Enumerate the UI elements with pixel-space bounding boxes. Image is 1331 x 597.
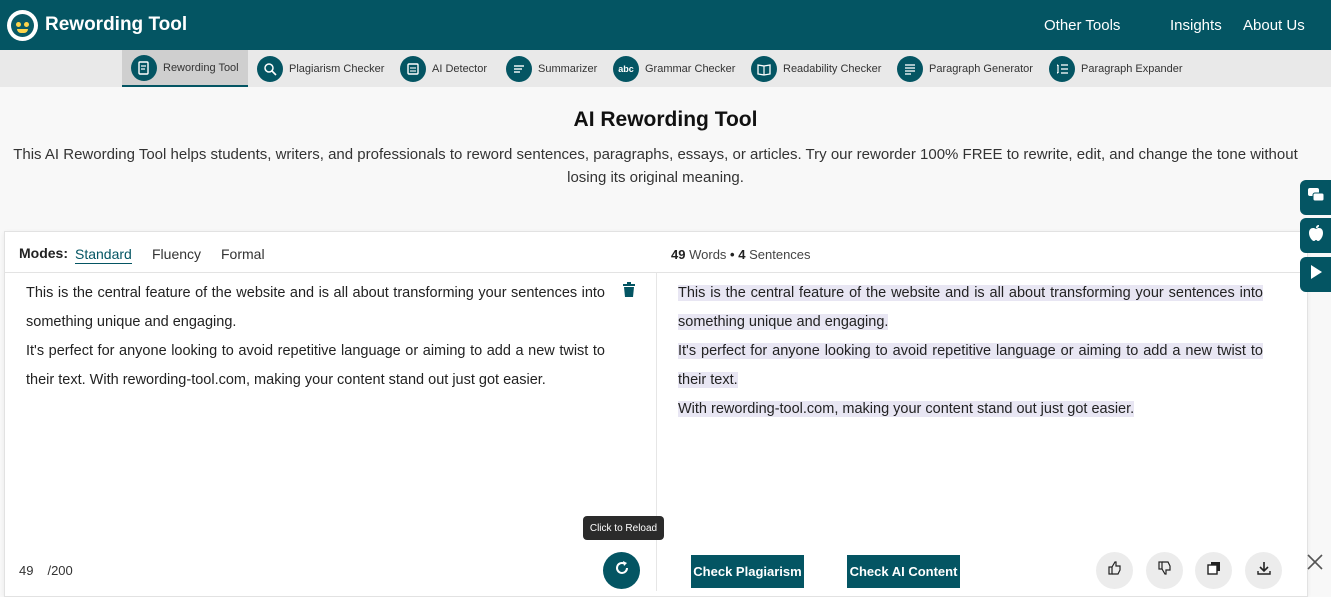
sentence-count: 4 xyxy=(738,247,746,262)
rewording-panel: Modes: Standard Fluency Formal 49 Words … xyxy=(4,231,1308,597)
chat-icon xyxy=(1307,187,1325,208)
chat-button[interactable] xyxy=(1300,180,1331,215)
tab-grammar-checker[interactable]: abc Grammar Checker xyxy=(613,50,735,87)
mode-formal[interactable]: Formal xyxy=(221,246,265,262)
tab-label: Readability Checker xyxy=(783,62,882,75)
plagiarism-icon xyxy=(257,55,283,82)
thumbs-up-button[interactable] xyxy=(1096,552,1133,589)
nav-insights[interactable]: Insights xyxy=(1170,0,1222,50)
close-icon[interactable] xyxy=(1306,553,1324,571)
brand-name: Rewording Tool xyxy=(45,14,188,35)
words-label: Words xyxy=(689,247,727,262)
download-icon xyxy=(1256,561,1271,580)
output-text: This is the central feature of the websi… xyxy=(678,279,1263,424)
google-play-button[interactable] xyxy=(1300,257,1331,292)
tab-summarizer[interactable]: Summarizer xyxy=(506,50,597,87)
input-paragraph: It's perfect for anyone looking to avoid… xyxy=(26,343,605,388)
book-icon xyxy=(751,55,777,82)
summarizer-icon xyxy=(506,55,532,82)
thumbs-up-icon xyxy=(1107,561,1122,580)
panel-header: Modes: Standard Fluency Formal 49 Words … xyxy=(5,232,1307,273)
tab-plagiarism-checker[interactable]: Plagiarism Checker xyxy=(257,50,384,87)
paragraph-generator-icon xyxy=(897,55,923,82)
check-plagiarism-button[interactable]: Check Plagiarism xyxy=(691,555,804,588)
page-title: AI Rewording Tool xyxy=(573,108,758,131)
copy-icon xyxy=(1206,561,1221,580)
word-sentence-stats: 49 Words • 4 Sentences xyxy=(671,247,811,262)
check-ai-content-button[interactable]: Check AI Content xyxy=(847,555,960,588)
ai-detector-icon xyxy=(400,55,426,82)
tab-label: Plagiarism Checker xyxy=(289,62,385,75)
tab-label: Paragraph Generator xyxy=(929,62,1033,75)
page-description: This AI Rewording Tool helps students, w… xyxy=(13,146,1298,186)
paragraph-expander-icon xyxy=(1049,55,1075,82)
modes-label: Modes: xyxy=(19,245,68,261)
tab-label: Summarizer xyxy=(538,62,598,75)
reload-icon xyxy=(614,560,630,581)
reload-button[interactable] xyxy=(603,552,640,589)
tab-ai-detector[interactable]: AI Detector xyxy=(400,50,487,87)
robot-logo-icon xyxy=(7,9,38,41)
rewording-icon xyxy=(131,54,157,81)
output-sentence[interactable]: This is the central feature of the websi… xyxy=(678,285,1263,330)
output-sentence[interactable]: It's perfect for anyone looking to avoid… xyxy=(678,343,1263,388)
panel-divider xyxy=(656,273,657,591)
tab-paragraph-generator[interactable]: Paragraph Generator xyxy=(897,50,1033,87)
tab-rewording-tool[interactable]: Rewording Tool xyxy=(122,50,248,87)
word-input-count: 49 xyxy=(19,563,34,578)
nav-other-tools[interactable]: Other Tools xyxy=(1044,0,1120,50)
tab-readability-checker[interactable]: Readability Checker xyxy=(751,50,881,87)
input-paragraph: This is the central feature of the websi… xyxy=(26,285,605,330)
word-limit: /200 xyxy=(47,563,73,578)
reload-tooltip: Click to Reload xyxy=(583,516,664,540)
character-counter: 49/200 xyxy=(19,563,73,578)
apple-app-button[interactable] xyxy=(1300,218,1331,253)
top-header: Rewording Tool Other Tools Insights Abou… xyxy=(0,0,1331,50)
copy-button[interactable] xyxy=(1195,552,1232,589)
trash-icon[interactable] xyxy=(622,282,636,298)
tab-label: Grammar Checker xyxy=(645,62,736,75)
brand-logo-link[interactable]: Rewording Tool xyxy=(7,8,187,42)
thumbs-down-button[interactable] xyxy=(1146,552,1183,589)
tool-tabs-bar: Rewording Tool Plagiarism Checker AI Det… xyxy=(0,50,1331,87)
download-button[interactable] xyxy=(1245,552,1282,589)
stats-separator: • xyxy=(730,247,735,262)
sentences-label: Sentences xyxy=(749,247,811,262)
nav-about-us[interactable]: About Us xyxy=(1243,0,1305,50)
grammar-icon: abc xyxy=(613,55,639,82)
mode-fluency[interactable]: Fluency xyxy=(152,246,201,262)
word-count: 49 xyxy=(671,247,686,262)
tab-label: Rewording Tool xyxy=(163,61,239,74)
tab-label: AI Detector xyxy=(432,62,488,75)
mode-standard[interactable]: Standard xyxy=(75,246,132,264)
thumbs-down-icon xyxy=(1157,561,1172,580)
tab-paragraph-expander[interactable]: Paragraph Expander xyxy=(1049,50,1183,87)
apple-icon xyxy=(1308,224,1324,247)
output-sentence[interactable]: With rewording-tool.com, making your con… xyxy=(678,401,1135,417)
tab-label: Paragraph Expander xyxy=(1081,62,1183,75)
input-textarea[interactable]: This is the central feature of the websi… xyxy=(26,279,605,395)
play-store-icon xyxy=(1308,264,1324,285)
